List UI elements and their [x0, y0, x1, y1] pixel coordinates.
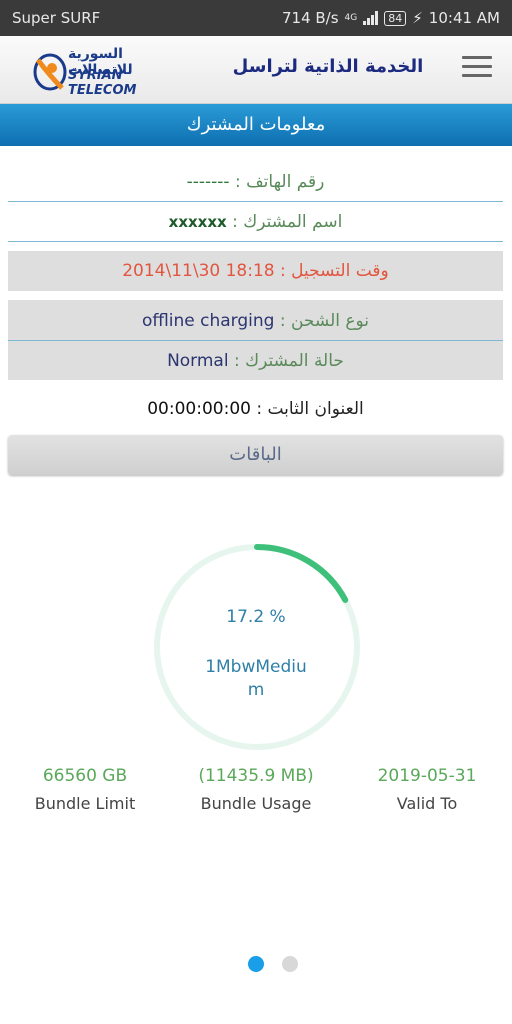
- section-header: معلومات المشترك: [0, 104, 512, 146]
- subscriber-state-row: حالة المشترك : Normal: [8, 351, 503, 371]
- phone-value: -------: [186, 172, 230, 192]
- divider: [8, 201, 503, 202]
- packages-button[interactable]: الباقات: [8, 435, 503, 475]
- bundle-usage-value: (11435.9 MB): [198, 766, 314, 786]
- divider: [8, 241, 503, 242]
- logo-english-text: SYRIAN TELECOM: [68, 68, 137, 98]
- status-bar: Super SURF 714 B/s 4G 84 ⚡ 10:41 AM: [0, 0, 512, 36]
- clock: 10:41 AM: [428, 9, 500, 27]
- phone-label: رقم الهاتف :: [234, 172, 325, 192]
- static-ip-label: العنوان الثابت :: [256, 399, 364, 419]
- bundle-limit-stat: 66560 GB Bundle Limit: [10, 766, 160, 813]
- charging-icon: ⚡: [412, 9, 423, 27]
- valid-to-label: Valid To: [396, 794, 458, 813]
- registration-label: وقت التسجيل :: [280, 261, 389, 281]
- bundle-limit-label: Bundle Limit: [34, 794, 136, 813]
- bundle-usage-label: Bundle Usage: [200, 794, 312, 813]
- bundle-usage-stat: (11435.9 MB) Bundle Usage: [181, 766, 331, 813]
- subscriber-state-value: Normal: [167, 351, 229, 371]
- phone-row: رقم الهاتف : -------: [8, 172, 503, 192]
- static-ip-row: العنوان الثابت : 00:00:00:00: [8, 399, 503, 419]
- bundle-name-line1: 1MbwMediu: [205, 657, 307, 677]
- hamburger-menu-icon[interactable]: [462, 56, 492, 82]
- network-speed: 714 B/s: [281, 9, 339, 27]
- bundle-limit-value: 66560 GB: [42, 766, 128, 786]
- charging-type-value: offline charging: [141, 311, 275, 331]
- carrier-name: Super SURF: [12, 9, 101, 27]
- page-indicator-dot-1[interactable]: [248, 956, 264, 972]
- status-icons: 714 B/s 4G 84 ⚡ 10:41 AM: [282, 9, 500, 27]
- registration-row: وقت التسجيل : 2014\11\30 18:18: [8, 261, 503, 281]
- progress-arc: [254, 544, 349, 603]
- bundle-percent: 17.2 %: [226, 607, 286, 627]
- static-ip-value: 00:00:00:00: [147, 399, 251, 419]
- valid-to-value: 2019-05-31: [377, 766, 477, 786]
- subscriber-state-label: حالة المشترك :: [233, 351, 344, 371]
- bundle-progress-ring: [154, 544, 360, 750]
- logo-mark-icon: [33, 53, 67, 91]
- page-indicator-dot-2[interactable]: [282, 956, 298, 972]
- subscriber-name-label: اسم المشترك :: [232, 212, 343, 232]
- charging-type-label: نوع الشحن :: [279, 311, 370, 331]
- bundle-name-line2: m: [247, 680, 265, 700]
- signal-icon: [363, 11, 379, 25]
- charging-type-row: نوع الشحن : offline charging: [8, 311, 503, 331]
- subscriber-name-value: xxxxxx: [168, 213, 227, 231]
- app-bar: السورية للاتصالات SYRIAN TELECOM الخدمة …: [0, 36, 512, 104]
- divider: [8, 340, 503, 341]
- registration-value: 2014\11\30 18:18: [122, 261, 275, 281]
- subscriber-name-row: اسم المشترك : xxxxxx: [8, 212, 503, 232]
- battery-level: 84: [388, 11, 403, 25]
- network-type: 4G: [344, 12, 358, 23]
- valid-to-stat: 2019-05-31 Valid To: [352, 766, 502, 813]
- syrian-telecom-logo: السورية للاتصالات SYRIAN TELECOM: [32, 46, 192, 98]
- battery-icon: 84: [384, 10, 407, 26]
- app-title: الخدمة الذاتية لتراسل: [232, 56, 424, 77]
